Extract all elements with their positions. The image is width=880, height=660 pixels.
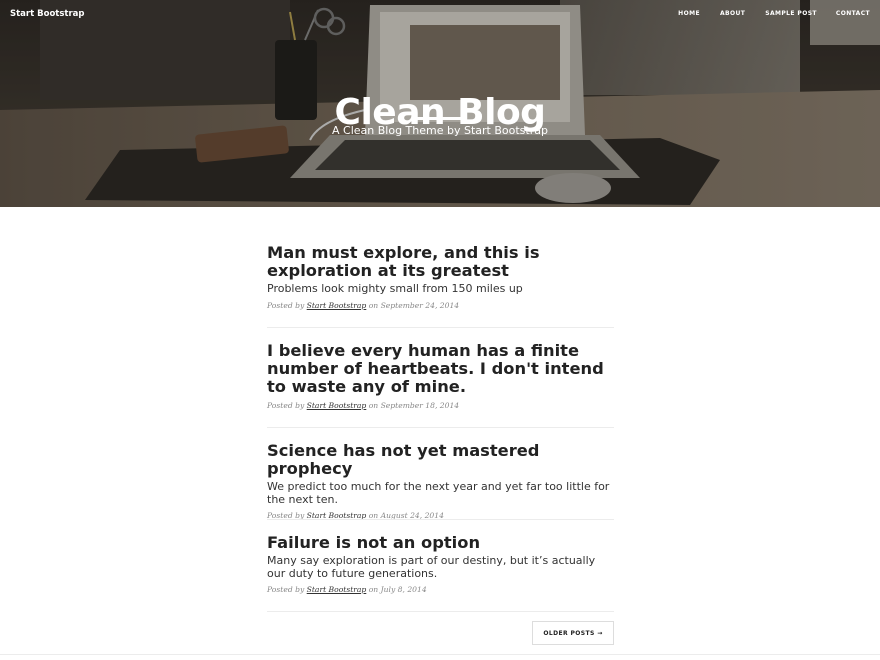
title-divider	[417, 117, 464, 120]
post-title[interactable]: Man must explore, and this is exploratio…	[267, 244, 614, 280]
nav-home-link[interactable]: HOME	[678, 10, 700, 17]
on-label: on	[368, 401, 379, 410]
post-date: September 18, 2014	[380, 401, 460, 410]
post-subtitle: Problems look mighty small from 150 mile…	[267, 282, 523, 295]
post-date: July 8, 2014	[380, 585, 427, 594]
nav-sample-post-link[interactable]: SAMPLE POST	[765, 10, 817, 17]
nav-about-link[interactable]: ABOUT	[720, 10, 745, 17]
post-author-link[interactable]: Start Bootstrap	[307, 401, 367, 410]
posted-by-label: Posted by	[267, 300, 305, 310]
post-date: September 24, 2014	[380, 300, 460, 310]
post-divider	[267, 611, 614, 612]
post-divider	[267, 327, 614, 328]
post-title[interactable]: I believe every human has a finite numbe…	[267, 342, 614, 396]
post-preview[interactable]: I believe every human has a finite numbe…	[267, 342, 614, 411]
post-preview[interactable]: Man must explore, and this is exploratio…	[267, 244, 614, 310]
older-posts-button[interactable]: OLDER POSTS →	[532, 621, 614, 645]
post-meta: Posted by Start Bootstrap on September 2…	[267, 301, 614, 310]
footer-divider	[0, 654, 880, 655]
page-header: Start Bootstrap HOME ABOUT SAMPLE POST C…	[0, 0, 880, 207]
post-preview[interactable]: Science has not yet mastered prophecy We…	[267, 442, 614, 521]
on-label: on	[368, 300, 379, 310]
post-meta: Posted by Start Bootstrap on September 1…	[267, 401, 614, 410]
posted-by-label: Posted by	[267, 585, 305, 594]
brand-link[interactable]: Start Bootstrap	[10, 9, 85, 19]
on-label: on	[368, 585, 379, 594]
post-title[interactable]: Science has not yet mastered prophecy	[267, 442, 614, 478]
navbar: Start Bootstrap HOME ABOUT SAMPLE POST C…	[0, 0, 880, 28]
post-preview[interactable]: Failure is not an option Many say explor…	[267, 534, 614, 595]
post-divider	[267, 519, 614, 520]
post-divider	[267, 427, 614, 428]
post-subtitle: Many say exploration is part of our dest…	[267, 554, 596, 580]
posted-by-label: Posted by	[267, 401, 305, 410]
post-meta: Posted by Start Bootstrap on July 8, 201…	[267, 585, 614, 594]
post-title[interactable]: Failure is not an option	[267, 534, 614, 552]
site-subtitle: A Clean Blog Theme by Start Bootstrap	[332, 124, 548, 137]
post-subtitle: We predict too much for the next year an…	[267, 480, 610, 506]
nav-contact-link[interactable]: CONTACT	[836, 10, 870, 17]
post-author-link[interactable]: Start Bootstrap	[307, 301, 367, 310]
post-author-link[interactable]: Start Bootstrap	[307, 585, 367, 594]
nav-links: HOME ABOUT SAMPLE POST CONTACT	[678, 10, 880, 17]
